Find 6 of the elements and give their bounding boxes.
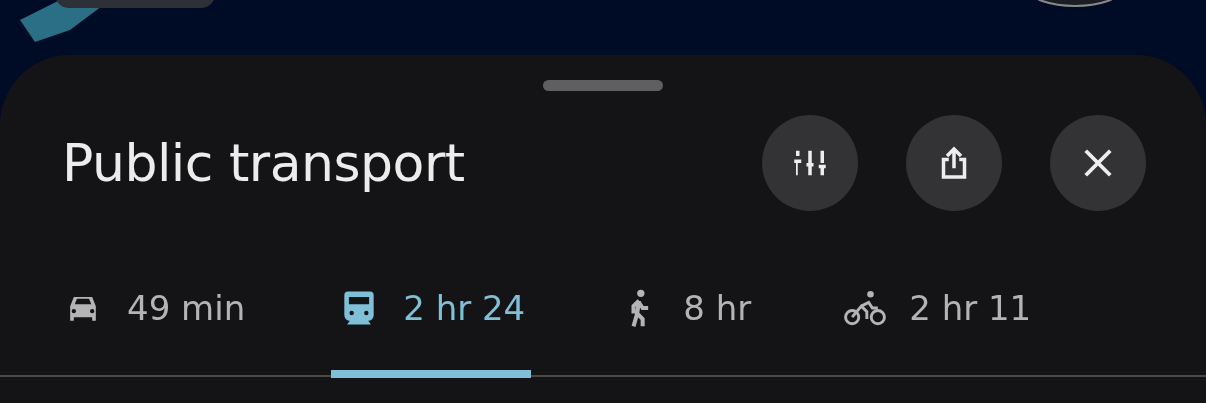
travel-mode-tab[interactable]: 2 hr 11 <box>837 266 1038 378</box>
travel-mode-tab[interactable]: 2 hr 24 <box>331 266 532 378</box>
travel-mode-tab[interactable]: 49 min <box>55 266 252 378</box>
travel-mode-tab[interactable]: 8 hr <box>611 266 758 378</box>
drag-handle[interactable] <box>543 80 663 91</box>
sheet-title: Public transport <box>62 133 465 193</box>
